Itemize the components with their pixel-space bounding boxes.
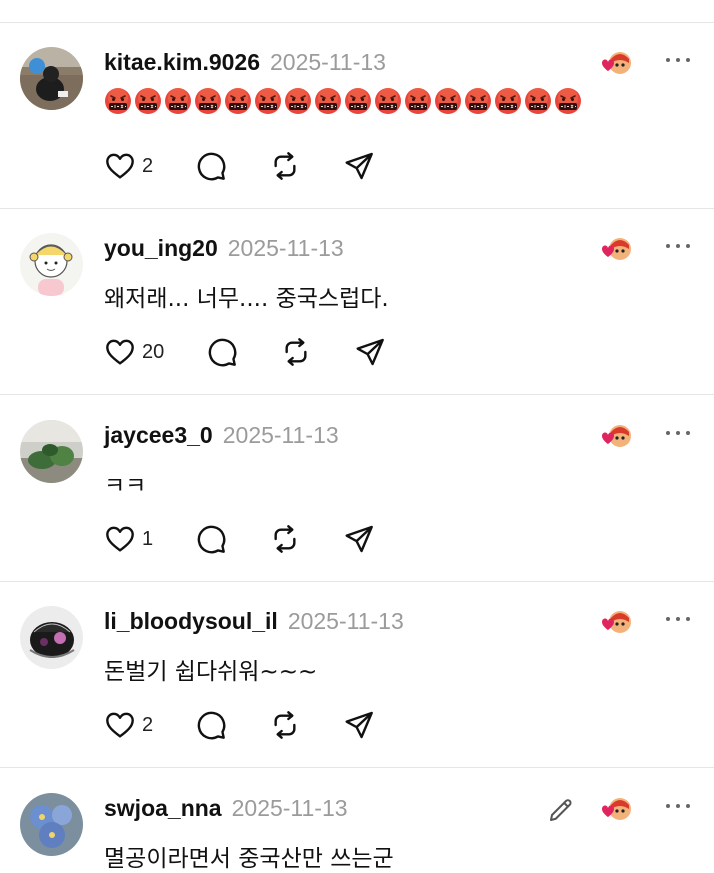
symbols-face-emoji — [165, 88, 191, 114]
avatar[interactable] — [20, 233, 83, 296]
symbols-face-emoji — [465, 88, 491, 114]
symbols-face-emoji — [105, 88, 131, 114]
comment-text: 왜저래... 너무.... 중국스럽다. — [104, 286, 389, 312]
more-icon[interactable] — [666, 55, 690, 65]
share-icon — [345, 711, 373, 739]
heart-icon — [106, 339, 134, 365]
repost-button[interactable] — [280, 336, 312, 368]
like-button[interactable]: 2 — [104, 709, 153, 741]
repost-button[interactable] — [269, 523, 301, 555]
share-button[interactable] — [343, 709, 375, 741]
author-liked-badge — [594, 49, 634, 81]
symbols-face-emoji — [405, 88, 431, 114]
comment-item: li_bloodysoul_il 2025-11-13 돈벌기 쉽다쉬워~~~ … — [0, 582, 714, 768]
share-icon — [345, 152, 373, 180]
comment-button[interactable] — [195, 523, 227, 555]
share-button[interactable] — [343, 523, 375, 555]
comment-button[interactable] — [195, 709, 227, 741]
symbols-face-emoji — [495, 88, 521, 114]
symbols-face-emoji — [435, 88, 461, 114]
username[interactable]: li_bloodysoul_il — [104, 608, 278, 635]
symbols-face-emoji — [555, 88, 581, 114]
share-button[interactable] — [343, 150, 375, 182]
share-button[interactable] — [354, 336, 386, 368]
username[interactable]: swjoa_nna — [104, 795, 222, 822]
author-liked-badge — [594, 795, 634, 827]
symbols-face-emoji — [135, 88, 161, 114]
repost-icon — [274, 711, 296, 739]
repost-icon — [274, 525, 296, 553]
symbols-face-emoji — [375, 88, 401, 114]
like-count: 2 — [142, 154, 154, 177]
symbols-face-emoji — [315, 88, 341, 114]
like-count: 20 — [142, 340, 165, 363]
comment-date: 2025-11-13 — [227, 235, 344, 261]
avatar[interactable] — [20, 606, 83, 669]
username[interactable]: jaycee3_0 — [104, 422, 213, 449]
comment-text: ㅋㅋ — [104, 473, 147, 499]
share-icon — [356, 338, 385, 366]
repost-button[interactable] — [269, 709, 301, 741]
author-liked-badge — [594, 422, 634, 454]
symbols-face-emoji — [345, 88, 371, 114]
symbols-face-emoji — [225, 88, 251, 114]
comment-item: jaycee3_0 2025-11-13 ㅋㅋ 1 — [0, 396, 714, 582]
comment-text: 멸공이라면서 중국산만 쓰는군 — [104, 846, 394, 872]
heart-icon — [106, 526, 134, 552]
comment-text: 돈벌기 쉽다쉬워~~~ — [104, 659, 318, 685]
more-icon[interactable] — [666, 241, 690, 251]
repost-icon — [274, 152, 296, 180]
avatar[interactable] — [20, 47, 83, 110]
more-icon[interactable] — [666, 614, 690, 624]
heart-icon — [106, 712, 134, 738]
edit-icon[interactable] — [546, 795, 576, 825]
like-count: 1 — [142, 527, 154, 550]
username[interactable]: kitae.kim.9026 — [104, 49, 260, 76]
comment-button[interactable] — [195, 150, 227, 182]
avatar[interactable] — [20, 793, 83, 856]
comment-icon — [197, 711, 226, 740]
username[interactable]: you_ing20 — [104, 235, 218, 262]
symbols-face-emoji — [195, 88, 221, 114]
more-icon[interactable] — [666, 428, 690, 438]
symbols-face-emoji — [255, 88, 281, 114]
like-count: 2 — [142, 713, 154, 736]
comment-date: 2025-11-13 — [231, 795, 348, 821]
repost-button[interactable] — [269, 150, 301, 182]
comment-icon — [197, 152, 226, 181]
comment-button[interactable] — [206, 336, 238, 368]
emoji-row — [104, 87, 582, 115]
comment-icon — [197, 525, 226, 554]
like-button[interactable]: 1 — [104, 523, 153, 555]
repost-icon — [285, 338, 307, 366]
comment-item: you_ing20 2025-11-13 왜저래... 너무.... 중국스럽다… — [0, 209, 714, 395]
like-button[interactable]: 20 — [104, 336, 164, 368]
author-liked-badge — [594, 608, 634, 640]
comment-date: 2025-11-13 — [222, 422, 339, 448]
comment-item: kitae.kim.9026 2025-11-13 2 — [0, 23, 714, 209]
avatar[interactable] — [20, 420, 83, 483]
like-button[interactable]: 2 — [104, 150, 153, 182]
comment-item: swjoa_nna 2025-11-13 멸공이라면서 중국산만 쓰는군 — [0, 769, 714, 872]
symbols-face-emoji — [525, 88, 551, 114]
share-icon — [345, 525, 373, 553]
comment-date: 2025-11-13 — [270, 49, 386, 75]
author-liked-badge — [594, 235, 634, 267]
more-icon[interactable] — [666, 801, 690, 811]
symbols-face-emoji — [285, 88, 311, 114]
comment-date: 2025-11-13 — [287, 608, 404, 634]
heart-icon — [106, 153, 134, 179]
comment-icon — [208, 338, 237, 367]
